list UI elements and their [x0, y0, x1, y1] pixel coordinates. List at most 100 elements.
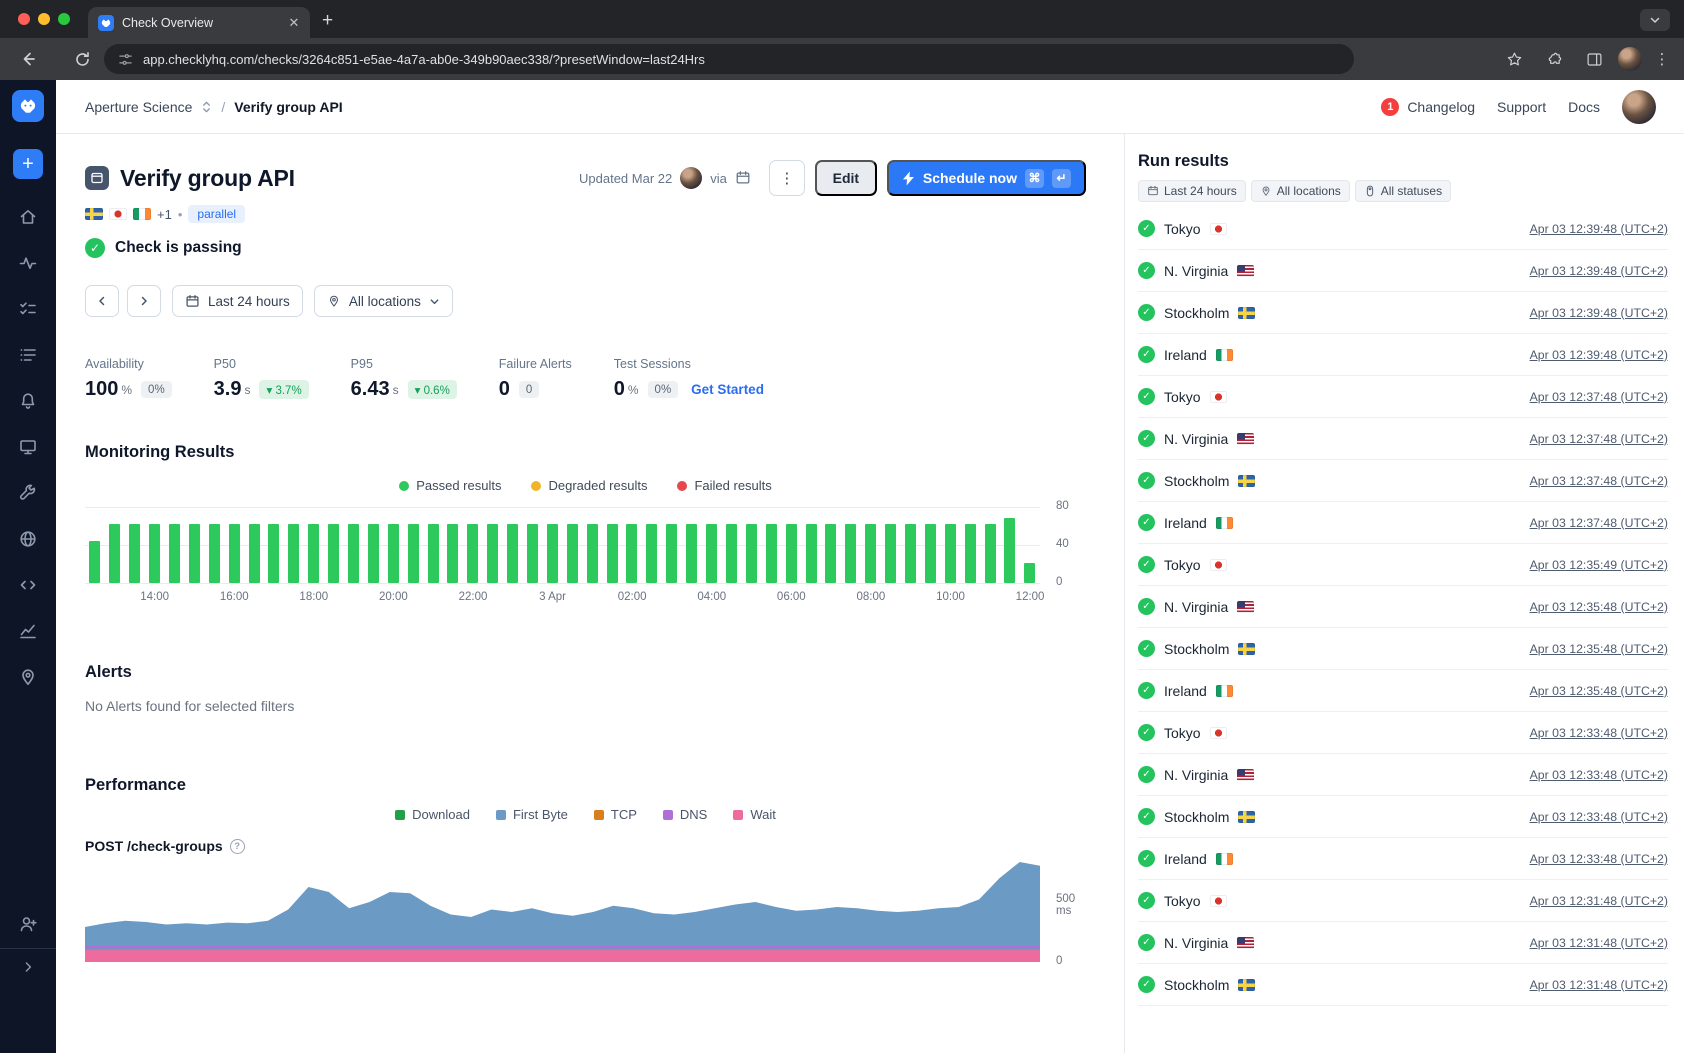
legend-item[interactable]: TCP — [594, 807, 637, 822]
run-result-row[interactable]: ✓ Ireland Apr 03 12:35:48 (UTC+2) — [1138, 670, 1668, 712]
run-result-row[interactable]: ✓ Ireland Apr 03 12:37:48 (UTC+2) — [1138, 502, 1668, 544]
bar-passed-results[interactable] — [268, 524, 279, 583]
site-info-icon[interactable] — [118, 52, 133, 67]
breadcrumb-account[interactable]: Aperture Science — [85, 99, 192, 115]
bar-passed-results[interactable] — [348, 524, 359, 583]
browser-tab[interactable]: Check Overview ✕ — [88, 7, 310, 38]
sidebar-snippets-icon[interactable] — [14, 571, 42, 599]
legend-item[interactable]: First Byte — [496, 807, 568, 822]
tab-search-button[interactable] — [1640, 9, 1670, 31]
filter-statuses-chip[interactable]: All statuses — [1355, 180, 1451, 202]
run-timestamp-link[interactable]: Apr 03 12:33:48 (UTC+2) — [1530, 768, 1668, 782]
run-result-row[interactable]: ✓ Stockholm Apr 03 12:39:48 (UTC+2) — [1138, 292, 1668, 334]
bar-passed-results[interactable] — [646, 524, 657, 583]
bar-passed-results[interactable] — [527, 524, 538, 583]
back-icon[interactable] — [12, 43, 44, 75]
locations-filter-button[interactable]: All locations — [314, 285, 453, 317]
bar-passed-results[interactable] — [249, 524, 260, 583]
bar-passed-results[interactable] — [229, 524, 240, 583]
run-result-row[interactable]: ✓ Ireland Apr 03 12:33:48 (UTC+2) — [1138, 838, 1668, 880]
bar-passed-results[interactable] — [368, 524, 379, 583]
browser-menu-icon[interactable]: ⋮ — [1650, 43, 1674, 75]
bar-passed-results[interactable] — [945, 524, 956, 583]
next-window-button[interactable] — [127, 285, 161, 317]
run-result-row[interactable]: ✓ N. Virginia Apr 03 12:37:48 (UTC+2) — [1138, 418, 1668, 460]
run-timestamp-link[interactable]: Apr 03 12:39:48 (UTC+2) — [1530, 264, 1668, 278]
bar-passed-results[interactable] — [169, 524, 180, 583]
run-result-row[interactable]: ✓ Stockholm Apr 03 12:35:48 (UTC+2) — [1138, 628, 1668, 670]
address-bar[interactable]: app.checklyhq.com/checks/3264c851-e5ae-4… — [104, 44, 1354, 74]
bar-passed-results[interactable] — [89, 541, 100, 583]
run-result-row[interactable]: ✓ N. Virginia Apr 03 12:39:48 (UTC+2) — [1138, 250, 1668, 292]
bar-passed-results[interactable] — [388, 524, 399, 583]
minimize-window-button[interactable] — [38, 13, 50, 25]
bar-passed-results[interactable] — [845, 524, 856, 583]
changelog-link[interactable]: Changelog — [1407, 99, 1475, 115]
checkly-logo[interactable] — [12, 90, 44, 122]
legend-item[interactable]: Failed results — [677, 478, 771, 493]
bar-passed-results[interactable] — [626, 524, 637, 583]
sidebar-locations-icon[interactable] — [14, 663, 42, 691]
sidebar-dashboards-icon[interactable] — [14, 433, 42, 461]
close-window-button[interactable] — [18, 13, 30, 25]
bar-passed-results[interactable] — [447, 524, 458, 583]
bar-passed-results[interactable] — [428, 524, 439, 583]
run-timestamp-link[interactable]: Apr 03 12:31:48 (UTC+2) — [1530, 894, 1668, 908]
run-timestamp-link[interactable]: Apr 03 12:35:48 (UTC+2) — [1530, 642, 1668, 656]
run-timestamp-link[interactable]: Apr 03 12:33:48 (UTC+2) — [1530, 810, 1668, 824]
sidebar-alerts-icon[interactable] — [14, 387, 42, 415]
bar-passed-results[interactable] — [905, 524, 916, 583]
bar-passed-results[interactable] — [825, 524, 836, 583]
run-result-row[interactable]: ✓ Ireland Apr 03 12:39:48 (UTC+2) — [1138, 334, 1668, 376]
run-result-row[interactable]: ✓ Tokyo Apr 03 12:31:48 (UTC+2) — [1138, 880, 1668, 922]
sidebar-activity-icon[interactable] — [14, 249, 42, 277]
run-timestamp-link[interactable]: Apr 03 12:35:48 (UTC+2) — [1530, 684, 1668, 698]
run-result-row[interactable]: ✓ Tokyo Apr 03 12:35:49 (UTC+2) — [1138, 544, 1668, 586]
run-timestamp-link[interactable]: Apr 03 12:33:48 (UTC+2) — [1530, 852, 1668, 866]
extensions-icon[interactable] — [1538, 43, 1570, 75]
bar-passed-results[interactable] — [885, 524, 896, 583]
run-result-row[interactable]: ✓ Tokyo Apr 03 12:39:48 (UTC+2) — [1138, 208, 1668, 250]
sidebar-maintenance-icon[interactable] — [14, 479, 42, 507]
sidebar-checks-icon[interactable] — [14, 295, 42, 323]
legend-item[interactable]: Download — [395, 807, 470, 822]
new-tab-button[interactable]: + — [322, 10, 333, 32]
bar-passed-results[interactable] — [706, 524, 717, 583]
filter-locations-chip[interactable]: All locations — [1251, 180, 1350, 202]
time-range-button[interactable]: Last 24 hours — [172, 285, 303, 317]
run-result-row[interactable]: ✓ N. Virginia Apr 03 12:35:48 (UTC+2) — [1138, 586, 1668, 628]
bar-passed-results[interactable] — [587, 524, 598, 583]
run-timestamp-link[interactable]: Apr 03 12:35:48 (UTC+2) — [1530, 600, 1668, 614]
bar-passed-results[interactable] — [607, 524, 618, 583]
user-avatar[interactable] — [1622, 90, 1656, 124]
bar-passed-results[interactable] — [567, 524, 578, 583]
sidebar-collapse-button[interactable] — [0, 948, 56, 1053]
bar-passed-results[interactable] — [328, 524, 339, 583]
bar-passed-results[interactable] — [507, 524, 518, 583]
sidebar-private-locations-icon[interactable] — [14, 525, 42, 553]
get-started-link[interactable]: Get Started — [691, 382, 764, 397]
reload-icon[interactable] — [66, 43, 98, 75]
run-timestamp-link[interactable]: Apr 03 12:35:49 (UTC+2) — [1530, 558, 1668, 572]
bar-passed-results[interactable] — [786, 524, 797, 583]
run-result-row[interactable]: ✓ Tokyo Apr 03 12:33:48 (UTC+2) — [1138, 712, 1668, 754]
run-timestamp-link[interactable]: Apr 03 12:39:48 (UTC+2) — [1530, 222, 1668, 236]
run-timestamp-link[interactable]: Apr 03 12:37:48 (UTC+2) — [1530, 390, 1668, 404]
schedule-now-button[interactable]: Schedule now ⌘ ↵ — [887, 160, 1086, 196]
tab-close-icon[interactable]: ✕ — [286, 15, 302, 31]
browser-profile-avatar[interactable] — [1618, 47, 1642, 71]
filter-time-range-chip[interactable]: Last 24 hours — [1138, 180, 1246, 202]
sidebar-analytics-icon[interactable] — [14, 617, 42, 645]
prev-window-button[interactable] — [85, 285, 119, 317]
bar-passed-results[interactable] — [288, 524, 299, 583]
bar-passed-results[interactable] — [308, 524, 319, 583]
bar-passed-results[interactable] — [1024, 563, 1035, 583]
side-panel-icon[interactable] — [1578, 43, 1610, 75]
legend-item[interactable]: Passed results — [399, 478, 501, 493]
bar-passed-results[interactable] — [985, 524, 996, 583]
run-result-row[interactable]: ✓ Stockholm Apr 03 12:31:48 (UTC+2) — [1138, 964, 1668, 1006]
edit-button[interactable]: Edit — [815, 160, 877, 196]
run-timestamp-link[interactable]: Apr 03 12:37:48 (UTC+2) — [1530, 474, 1668, 488]
bar-passed-results[interactable] — [666, 524, 677, 583]
legend-item[interactable]: DNS — [663, 807, 707, 822]
